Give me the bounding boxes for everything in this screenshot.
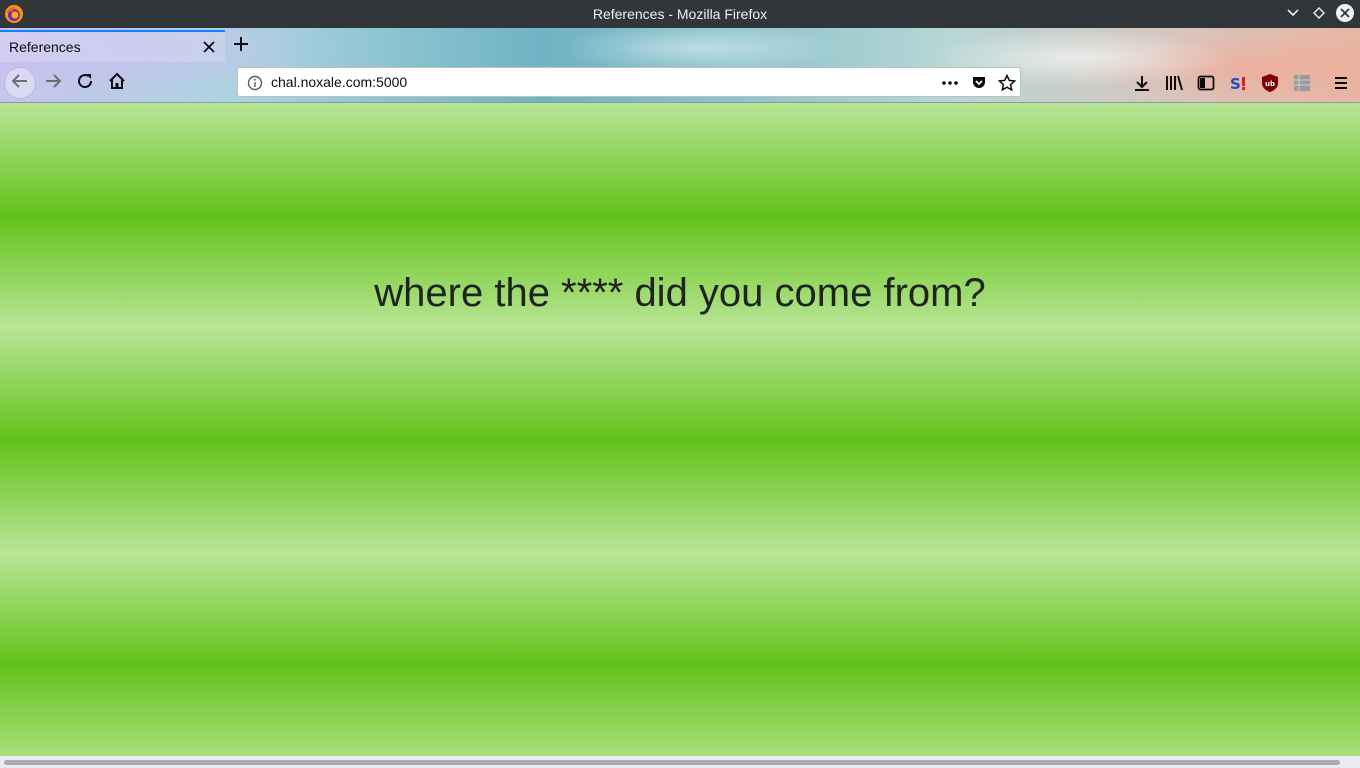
plus-icon xyxy=(233,36,249,57)
reload-icon xyxy=(76,72,94,95)
minimize-icon[interactable] xyxy=(1284,4,1302,22)
new-tab-button[interactable] xyxy=(230,35,252,57)
back-button[interactable] xyxy=(4,67,36,99)
reload-button[interactable] xyxy=(69,67,101,99)
navigation-toolbar: chal.noxale.com:5000 S ub xyxy=(0,63,1360,103)
svg-text:ub: ub xyxy=(1265,80,1275,88)
window-titlebar: References - Mozilla Firefox xyxy=(0,0,1360,28)
page-actions-icon[interactable] xyxy=(941,74,959,92)
page-content: where the **** did you come from? xyxy=(0,103,1360,756)
tab-label: References xyxy=(9,39,81,55)
hamburger-menu-icon[interactable] xyxy=(1329,71,1353,95)
browser-chrome: References chal.noxale.com:5000 S ub xyxy=(0,28,1360,103)
download-icon[interactable] xyxy=(1130,71,1154,95)
scrollbar-thumb[interactable] xyxy=(4,760,1340,765)
bookmark-star-icon[interactable] xyxy=(998,74,1016,92)
horizontal-scrollbar[interactable] xyxy=(0,756,1360,768)
close-window-icon[interactable] xyxy=(1336,4,1354,22)
home-icon xyxy=(108,72,126,95)
url-bar[interactable]: chal.noxale.com:5000 xyxy=(237,67,1021,97)
maximize-icon[interactable] xyxy=(1310,4,1328,22)
extension-grid-icon[interactable] xyxy=(1290,71,1314,95)
library-icon[interactable] xyxy=(1162,71,1186,95)
window-controls xyxy=(1284,4,1354,22)
home-button[interactable] xyxy=(101,67,133,99)
svg-text:S: S xyxy=(1230,75,1241,92)
sidebar-icon[interactable] xyxy=(1194,71,1218,95)
window-title: References - Mozilla Firefox xyxy=(592,6,768,22)
back-arrow-icon xyxy=(11,72,29,95)
forward-button[interactable] xyxy=(37,67,69,99)
ublock-icon[interactable]: ub xyxy=(1258,71,1282,95)
firefox-logo-icon xyxy=(4,4,24,24)
site-info-icon[interactable] xyxy=(247,75,263,91)
tab-strip: References xyxy=(0,28,1360,62)
tab-references[interactable]: References xyxy=(0,30,225,62)
pocket-icon[interactable] xyxy=(970,74,988,92)
close-tab-icon[interactable] xyxy=(201,39,217,55)
url-text[interactable]: chal.noxale.com:5000 xyxy=(271,74,407,90)
forward-arrow-icon xyxy=(44,72,62,95)
page-headline: where the **** did you come from? xyxy=(374,271,986,315)
extension-s-icon[interactable]: S xyxy=(1227,71,1251,95)
